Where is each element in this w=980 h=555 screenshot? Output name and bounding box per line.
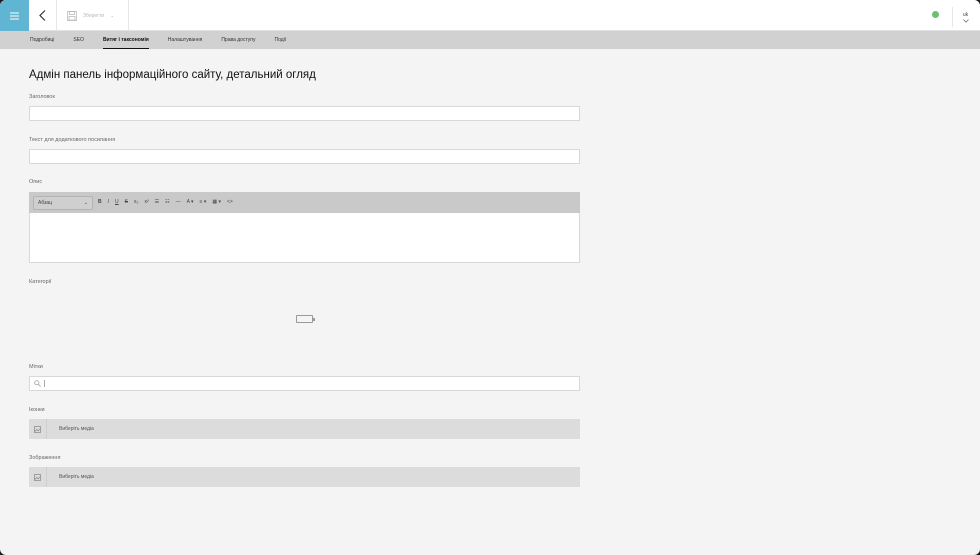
tab-settings[interactable]: Налаштування	[168, 31, 203, 49]
heading-input[interactable]	[29, 106, 580, 121]
format-select[interactable]: Абзац ⌄	[33, 195, 93, 210]
tags-input[interactable]	[29, 376, 580, 391]
icons-label: Іконки	[29, 407, 45, 413]
chevron-down-icon: ⌄	[110, 12, 115, 19]
image-icon	[29, 419, 47, 439]
strikethrough-button[interactable]: S	[125, 200, 128, 205]
editor-body[interactable]	[29, 213, 580, 263]
text-color-button[interactable]: A ▾	[187, 200, 194, 205]
editor-toolbar: Абзац ⌄ B I U S x₂ x² ☰ ☷ — A ▾ ≡ ▾ ▦ ▾ …	[29, 192, 580, 213]
tab-taxonomy[interactable]: Витяг і таксономія	[102, 31, 149, 49]
tab-details[interactable]: Подробиці	[30, 31, 54, 49]
chevron-down-icon: ⌄	[83, 199, 88, 206]
extra-link-input[interactable]	[29, 149, 580, 164]
select-media-button[interactable]: Виберіть медіа	[59, 474, 94, 480]
tab-bar: Подробиці SEO Витяг і таксономія Налашту…	[0, 31, 980, 49]
search-icon	[34, 380, 41, 387]
back-button[interactable]	[29, 0, 57, 31]
tab-access[interactable]: Права доступу	[221, 31, 255, 49]
horizontal-rule-button[interactable]: —	[176, 200, 181, 205]
tab-seo[interactable]: SEO	[73, 31, 84, 49]
description-label: Опис	[29, 179, 43, 185]
chevron-left-icon	[39, 10, 46, 21]
images-media-picker[interactable]: Виберіть медіа	[29, 467, 580, 487]
numbered-list-button[interactable]: ☷	[165, 200, 169, 205]
language-code: uk	[962, 11, 969, 18]
status-indicator	[932, 11, 939, 18]
language-selector[interactable]: uk	[952, 7, 978, 27]
page-title: Адмін панель інформаційного сайту, детал…	[29, 69, 316, 81]
tags-label: Мітки	[29, 364, 43, 370]
icons-media-picker[interactable]: Виберіть медіа	[29, 419, 580, 439]
image-icon	[29, 467, 47, 487]
format-value: Абзац	[38, 199, 53, 206]
save-icon	[67, 10, 77, 21]
extra-link-label: Текст для додаткового посилання	[29, 137, 116, 143]
hamburger-icon	[10, 12, 19, 19]
categories-label: Категорії	[29, 279, 52, 285]
menu-button[interactable]	[0, 0, 29, 31]
superscript-button[interactable]: x²	[144, 200, 148, 205]
heading-label: Заголовок	[29, 94, 55, 100]
align-button[interactable]: ≡ ▾	[200, 200, 207, 205]
text-cursor	[44, 380, 45, 387]
bullet-list-button[interactable]: ☰	[155, 200, 159, 205]
loading-icon	[296, 315, 315, 323]
save-button[interactable]: Зберегти ⌄	[57, 0, 129, 31]
images-label: Зображення	[29, 455, 61, 461]
underline-button[interactable]: U	[115, 200, 119, 205]
italic-button[interactable]: I	[108, 200, 109, 205]
select-media-button[interactable]: Виберіть медіа	[59, 426, 94, 432]
save-label: Зберегти	[83, 12, 105, 19]
subscript-button[interactable]: x₂	[134, 200, 138, 205]
tab-events[interactable]: Події	[275, 31, 287, 49]
table-button[interactable]: ▦ ▾	[212, 200, 221, 205]
chevron-down-icon	[962, 18, 969, 23]
source-code-button[interactable]: <>	[227, 200, 233, 205]
bold-button[interactable]: B	[98, 200, 102, 205]
top-bar: Зберегти ⌄ uk	[0, 0, 980, 31]
app-window: Зберегти ⌄ uk Подробиці SEO Витяг і такс…	[0, 0, 980, 555]
